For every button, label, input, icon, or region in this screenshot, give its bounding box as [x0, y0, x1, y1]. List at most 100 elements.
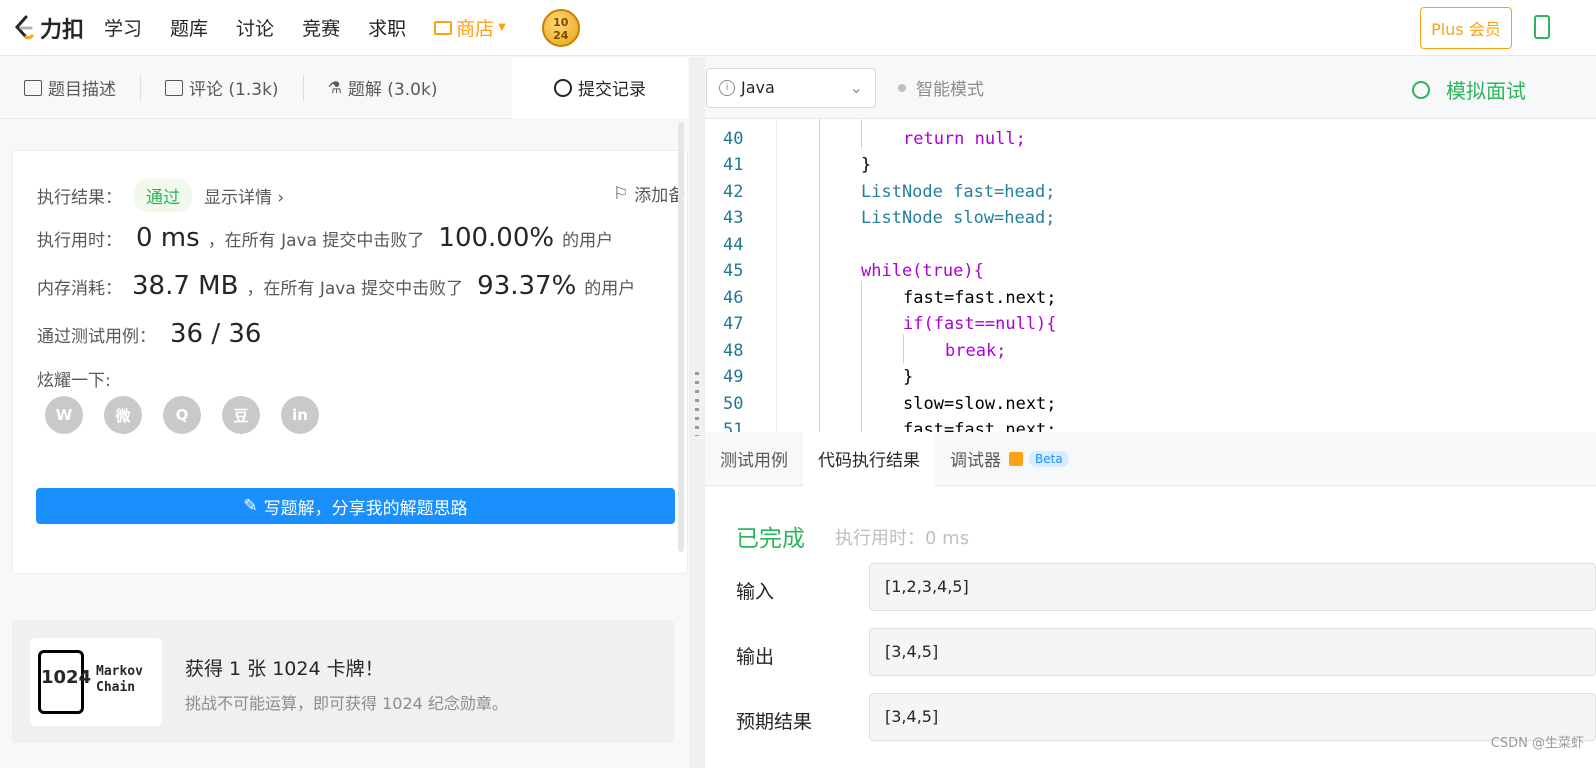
indent-guide	[819, 119, 820, 432]
share-label: 炫耀一下:	[37, 371, 111, 391]
tab-comments-label: 评论 (1.3k)	[189, 80, 279, 100]
indent-guide	[861, 281, 862, 432]
share-row: 炫耀一下:	[37, 366, 111, 391]
code-line: fast=fast.next;	[903, 420, 1057, 432]
tests-label: 通过测试用例：	[37, 327, 156, 347]
input-label: 输入	[736, 581, 775, 603]
tab-testcases[interactable]: 测试用例	[705, 432, 803, 486]
smart-mode-toggle[interactable]: 智能模式	[898, 75, 984, 100]
info-icon: i	[719, 79, 735, 96]
output-value: [3,4,5]	[869, 628, 1596, 676]
comment-icon	[165, 79, 183, 96]
write-solution-button[interactable]: ✎ 写题解，分享我的解题思路	[36, 488, 675, 524]
tab-debugger[interactable]: 调试器 Beta	[935, 432, 1084, 486]
left-scrollbar[interactable]	[678, 122, 684, 552]
line-number: 43	[723, 208, 744, 228]
top-navbar: 力扣 学习 题库 讨论 竞赛 求职 商店 ▼ 10 24 Plus 会员	[0, 0, 1596, 56]
store-icon	[434, 20, 453, 35]
code-line: }	[861, 155, 872, 175]
weibo-icon[interactable]: 微	[104, 396, 142, 434]
douban-icon[interactable]: 豆	[222, 396, 260, 434]
leetcode-logo-icon	[12, 15, 36, 41]
code-line: slow=slow.next;	[903, 394, 1057, 414]
line-number: 45	[723, 261, 744, 281]
store-label: 商店	[456, 18, 495, 40]
nav-store[interactable]: 商店 ▼	[434, 14, 506, 41]
right-panel: i Java ⌄ 智能模式 模拟面试 40 41 42 43 44 45 46 …	[705, 57, 1596, 768]
expected-label: 预期结果	[736, 711, 813, 733]
tests-value: 36 / 36	[170, 319, 262, 349]
reward-card[interactable]: 1024 Markov Chain 获得 1 张 1024 卡牌！ 挑战不可能运…	[12, 620, 674, 743]
indent-guide	[861, 119, 862, 149]
caret-down-icon: ▼	[498, 22, 506, 33]
editor-toolbar: i Java ⌄ 智能模式 模拟面试	[705, 57, 1596, 119]
smart-mode-label: 智能模式	[916, 80, 984, 100]
tab-debugger-label: 调试器	[950, 451, 1001, 471]
show-details-link[interactable]: 显示详情 ›	[204, 183, 284, 208]
mobile-phone-icon[interactable]	[1534, 15, 1550, 39]
add-note-button[interactable]: ⚐ 添加备	[613, 181, 685, 207]
write-solution-label: 写题解，分享我的解题思路	[263, 498, 468, 519]
memory-percentile: 93.37%	[477, 271, 577, 301]
input-value: [1,2,3,4,5]	[869, 563, 1596, 611]
card-text: Markov Chain	[96, 664, 143, 695]
nav-jobs[interactable]: 求职	[368, 14, 406, 41]
line-number: 46	[723, 288, 744, 308]
language-value: Java	[741, 78, 775, 97]
tab-solutions[interactable]: ⚗ 题解 (3.0k)	[304, 57, 462, 119]
code-line: fast=fast.next;	[903, 288, 1057, 308]
alarm-clock-icon	[1412, 80, 1430, 99]
tab-comments[interactable]: 评论 (1.3k)	[141, 57, 303, 119]
flask-icon: ⚗	[327, 78, 342, 97]
leetcode-logo[interactable]: 力扣	[12, 12, 84, 44]
chevron-down-icon: ⌄	[849, 78, 863, 97]
code-line: return null;	[903, 129, 1026, 149]
nav-learn[interactable]: 学习	[104, 14, 142, 41]
tab-run-result[interactable]: 代码执行结果	[803, 431, 935, 486]
runtime-label: 执行用时：	[37, 231, 122, 251]
line-number: 41	[723, 155, 744, 175]
status-row: 执行结果： 通过 显示详情 ›	[37, 179, 284, 212]
code-editor[interactable]: 40 41 42 43 44 45 46 47 48 49 50 51 retu…	[705, 119, 1596, 432]
language-select[interactable]: i Java ⌄	[706, 67, 876, 108]
nav-discuss[interactable]: 讨论	[236, 14, 274, 41]
watermark: CSDN @生菜虾	[1490, 736, 1584, 751]
qq-icon[interactable]: Q	[163, 396, 201, 434]
tab-submissions[interactable]: 提交记录	[512, 56, 688, 119]
linkedin-icon[interactable]: in	[281, 396, 319, 434]
card-image: 1024 Markov Chain	[30, 638, 162, 726]
plus-member-button[interactable]: Plus 会员	[1420, 7, 1512, 49]
line-number: 40	[723, 129, 744, 149]
indent-guide	[903, 334, 904, 364]
code-line: if(fast==null){	[903, 314, 1057, 334]
tab-description-label: 题目描述	[48, 80, 116, 100]
nav-contest[interactable]: 竞赛	[302, 14, 340, 41]
description-icon	[24, 79, 42, 96]
main-nav: 学习 题库 讨论 竞赛 求职 商店 ▼	[104, 14, 534, 41]
card-1024-icon: 1024	[38, 650, 91, 714]
code-line: ListNode slow=head;	[861, 208, 1056, 228]
run-status: 已完成	[736, 526, 805, 552]
output-label: 输出	[736, 646, 775, 668]
status-badge: 通过	[134, 179, 192, 212]
reward-title: 获得 1 张 1024 卡牌！	[185, 658, 384, 680]
line-number: 49	[723, 367, 744, 387]
nav-problems[interactable]: 题库	[170, 14, 208, 41]
coin-1024-icon[interactable]: 10 24	[541, 8, 580, 47]
line-number: 42	[723, 182, 744, 202]
submission-result-card: 执行结果： 通过 显示详情 › ⚐ 添加备 执行用时： 0 ms ，在所有 Ja…	[12, 150, 688, 574]
reward-subtitle: 挑战不可能运算，即可获得 1024 纪念勋章。	[185, 694, 508, 713]
lock-icon	[1009, 451, 1023, 466]
pencil-icon: ✎	[243, 496, 258, 516]
mock-interview-button[interactable]: 模拟面试	[1412, 75, 1526, 104]
memory-suffix: 的用户	[584, 279, 636, 299]
tab-description[interactable]: 题目描述	[0, 57, 140, 119]
console-tabs: 测试用例 代码执行结果 调试器 Beta	[705, 431, 1596, 486]
code-line: ListNode fast=head;	[861, 182, 1056, 202]
tab-solutions-label: 题解 (3.0k)	[347, 80, 438, 100]
tests-row: 通过测试用例： 36 / 36	[37, 319, 269, 349]
dot-icon	[898, 83, 906, 92]
drag-handle-icon[interactable]	[695, 372, 699, 436]
wechat-icon[interactable]: W	[45, 396, 83, 434]
memory-label: 内存消耗：	[37, 279, 122, 299]
